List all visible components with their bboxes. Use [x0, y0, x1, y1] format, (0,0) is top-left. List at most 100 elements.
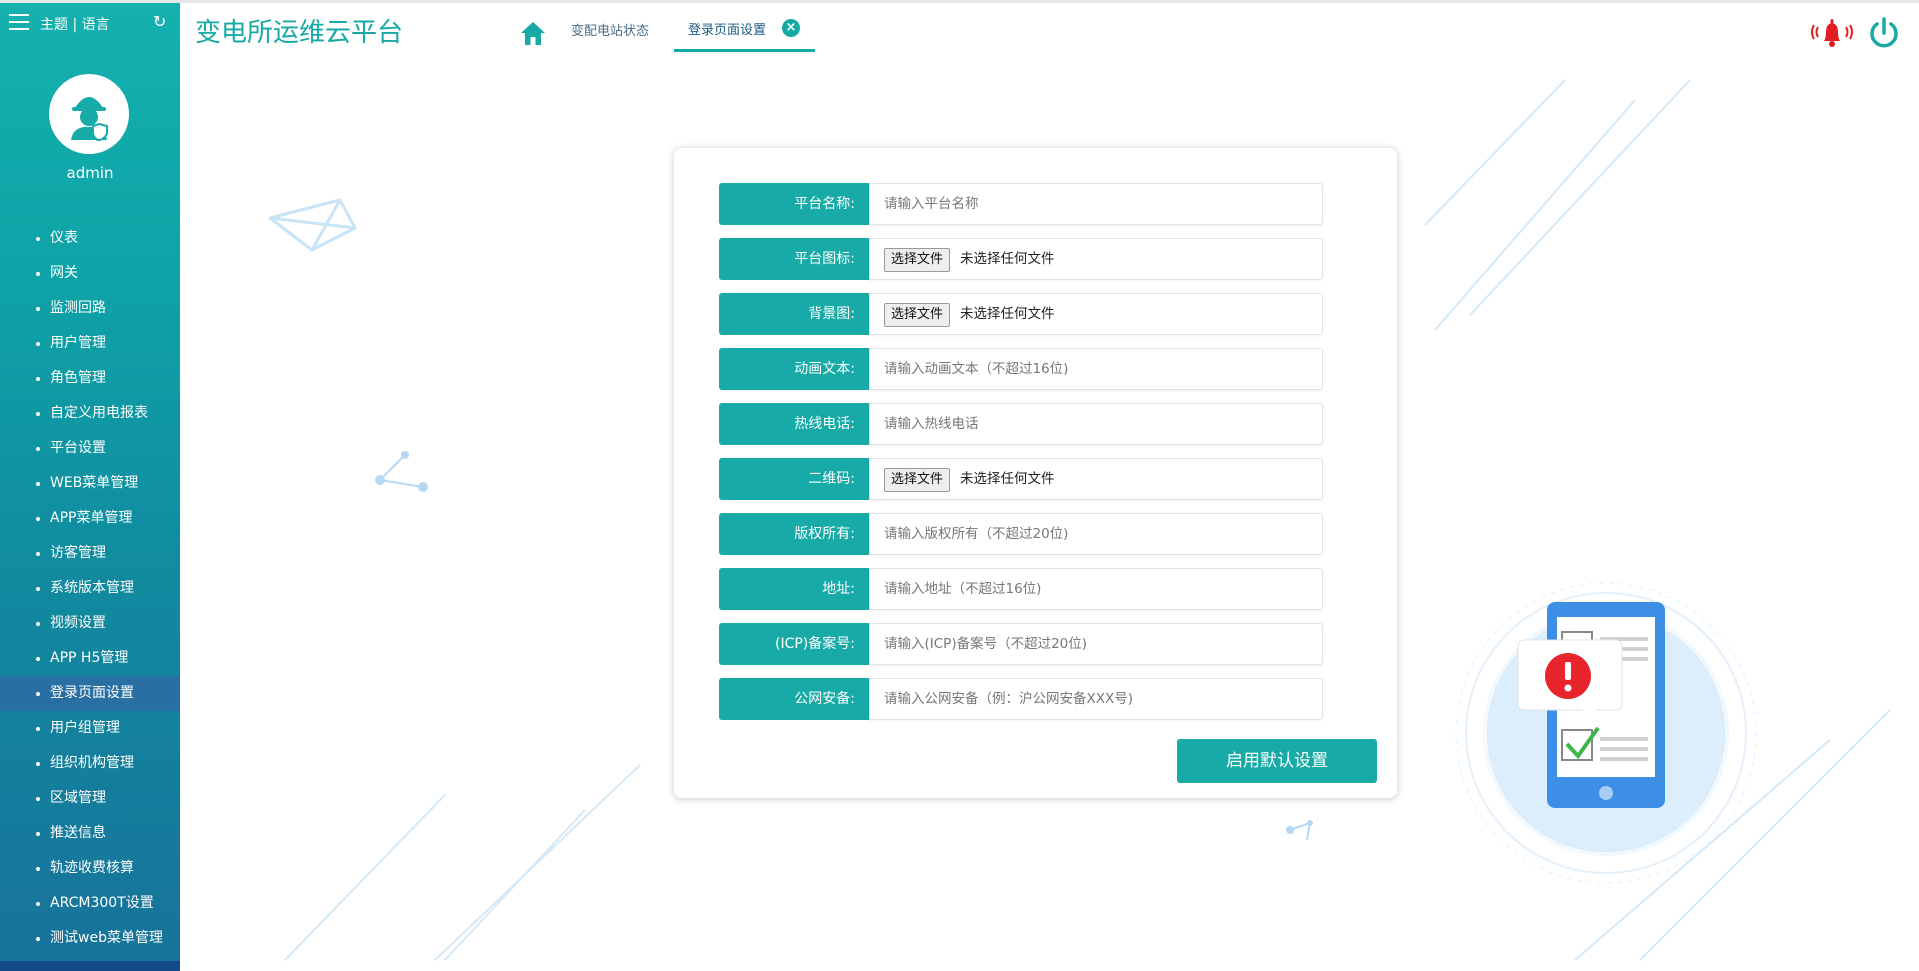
field-label: 公网安备: — [719, 678, 869, 720]
sidebar-item-label: 自定义用电报表 — [50, 405, 148, 421]
field-label: 地址: — [719, 568, 869, 610]
top-border — [0, 0, 1919, 3]
file-status: 未选择任何文件 — [960, 251, 1055, 267]
field-label: 平台名称: — [719, 183, 869, 225]
input-placeholder: 请输入版权所有（不超过20位) — [884, 526, 1069, 542]
sidebar-item[interactable]: 区域管理 — [0, 781, 180, 816]
qr-code-file-field: 选择文件 未选择任何文件 — [869, 458, 1323, 500]
sidebar-item[interactable]: 监测回路 — [0, 291, 180, 326]
tab-login-page-settings[interactable]: 登录页面设置 × — [674, 8, 815, 52]
theme-language-toggle[interactable]: 主题 | 语言 — [40, 14, 110, 34]
choose-file-button[interactable]: 选择文件 — [884, 303, 951, 327]
sidebar-item[interactable]: 仪表 — [0, 221, 180, 256]
sidebar-item-label: 平台设置 — [50, 440, 106, 456]
sidebar-item[interactable]: 网关 — [0, 256, 180, 291]
form-row-platform-icon: 平台图标: 选择文件 未选择任何文件 — [719, 238, 1323, 280]
sidebar-item-label: 视频设置 — [50, 615, 106, 631]
sidebar-item-label: 角色管理 — [50, 370, 106, 386]
sidebar-item-label: WEB菜单管理 — [50, 475, 139, 491]
sidebar-item[interactable]: ARCM300T设置 — [0, 886, 180, 921]
sidebar-item-label: APP H5管理 — [50, 650, 129, 666]
power-icon[interactable] — [1868, 16, 1900, 50]
username: admin — [66, 164, 114, 182]
sidebar-item-label: 网关 — [50, 265, 78, 281]
sidebar-item[interactable]: 轨迹收费核算 — [0, 851, 180, 886]
bell-icon[interactable] — [1808, 16, 1856, 52]
animation-text-input[interactable]: 请输入动画文本（不超过16位) — [869, 348, 1323, 390]
sidebar-bottom-strip — [0, 961, 180, 971]
field-label: 动画文本: — [719, 348, 869, 390]
enable-default-settings-button[interactable]: 启用默认设置 — [1177, 739, 1377, 783]
form-row-background-image: 背景图: 选择文件 未选择任何文件 — [719, 293, 1323, 335]
copyright-input[interactable]: 请输入版权所有（不超过20位) — [869, 513, 1323, 555]
platform-icon-file-field: 选择文件 未选择任何文件 — [869, 238, 1323, 280]
input-placeholder: 请输入平台名称 — [884, 196, 979, 212]
sidebar-item-active[interactable]: 登录页面设置 — [0, 676, 180, 711]
form-row-platform-name: 平台名称: 请输入平台名称 — [719, 183, 1323, 225]
field-label: (ICP)备案号: — [719, 623, 869, 665]
file-status: 未选择任何文件 — [960, 306, 1055, 322]
sidebar-item[interactable]: 用户组管理 — [0, 711, 180, 746]
sidebar-item[interactable]: 角色管理 — [0, 361, 180, 396]
sidebar-item-label: 系统版本管理 — [50, 580, 134, 596]
sidebar-item-label: ARCM300T设置 — [50, 895, 154, 911]
sidebar-item[interactable]: 用户管理 — [0, 326, 180, 361]
sidebar-item-label: 推送信息 — [50, 825, 106, 841]
sidebar-item[interactable]: 视频设置 — [0, 606, 180, 641]
field-label: 热线电话: — [719, 403, 869, 445]
form-row-qr-code: 二维码: 选择文件 未选择任何文件 — [719, 458, 1323, 500]
sidebar-item-label: 区域管理 — [50, 790, 106, 806]
sidebar-item[interactable]: 组织机构管理 — [0, 746, 180, 781]
form-row-animation-text: 动画文本: 请输入动画文本（不超过16位) — [719, 348, 1323, 390]
tab-label: 登录页面设置 — [688, 23, 767, 38]
sidebar: 主题 | 语言 ↻ admin 仪表 网关 监测回路 用户管理 角色管理 自定义… — [0, 3, 180, 971]
form-row-address: 地址: 请输入地址（不超过16位) — [719, 568, 1323, 610]
input-placeholder: 请输入热线电话 — [884, 416, 979, 432]
sidebar-item-label: 访客管理 — [50, 545, 106, 561]
menu-icon[interactable] — [9, 14, 29, 30]
sidebar-item[interactable]: 自定义用电报表 — [0, 396, 180, 431]
sidebar-item-label: 组织机构管理 — [50, 755, 134, 771]
sidebar-item-label: APP菜单管理 — [50, 510, 133, 526]
icp-input[interactable]: 请输入(ICP)备案号（不超过20位) — [869, 623, 1323, 665]
public-security-input[interactable]: 请输入公网安备（例：沪公网安备XXX号) — [869, 678, 1323, 720]
form-row-hotline: 热线电话: 请输入热线电话 — [719, 403, 1323, 445]
field-label: 平台图标: — [719, 238, 869, 280]
form-row-public-security: 公网安备: 请输入公网安备（例：沪公网安备XXX号) — [719, 678, 1323, 720]
sidebar-item[interactable]: APP菜单管理 — [0, 501, 180, 536]
field-label: 版权所有: — [719, 513, 869, 555]
tab-substation-status[interactable]: 变配电站状态 — [571, 20, 649, 39]
input-placeholder: 请输入地址（不超过16位) — [884, 581, 1042, 597]
form-row-icp: (ICP)备案号: 请输入(ICP)备案号（不超过20位) — [719, 623, 1323, 665]
sidebar-item[interactable]: 系统版本管理 — [0, 571, 180, 606]
hotline-input[interactable]: 请输入热线电话 — [869, 403, 1323, 445]
choose-file-button[interactable]: 选择文件 — [884, 248, 951, 272]
refresh-icon[interactable]: ↻ — [153, 12, 166, 31]
address-input[interactable]: 请输入地址（不超过16位) — [869, 568, 1323, 610]
avatar — [49, 74, 129, 154]
sidebar-item[interactable]: APP H5管理 — [0, 641, 180, 676]
close-icon[interactable]: × — [782, 19, 800, 37]
sidebar-menu: 仪表 网关 监测回路 用户管理 角色管理 自定义用电报表 平台设置 WEB菜单管… — [0, 221, 180, 956]
sidebar-item-label: 监测回路 — [50, 300, 106, 316]
sidebar-item-label: 轨迹收费核算 — [50, 860, 134, 876]
sidebar-item[interactable]: 访客管理 — [0, 536, 180, 571]
input-placeholder: 请输入公网安备（例：沪公网安备XXX号) — [884, 691, 1134, 707]
sidebar-item-label: 用户组管理 — [50, 720, 120, 736]
input-placeholder: 请输入(ICP)备案号（不超过20位) — [884, 636, 1088, 652]
app-title: 变电所运维云平台 — [195, 18, 404, 48]
input-placeholder: 请输入动画文本（不超过16位) — [884, 361, 1069, 377]
sidebar-item[interactable]: 平台设置 — [0, 431, 180, 466]
sidebar-item[interactable]: 测试web菜单管理 — [0, 921, 180, 956]
field-label: 二维码: — [719, 458, 869, 500]
sidebar-top-bar: 主题 | 语言 ↻ — [0, 3, 180, 43]
home-icon[interactable] — [519, 19, 547, 47]
field-label: 背景图: — [719, 293, 869, 335]
choose-file-button[interactable]: 选择文件 — [884, 468, 951, 492]
login-settings-form: 平台名称: 请输入平台名称 平台图标: 选择文件 未选择任何文件 背景图: 选择… — [674, 148, 1397, 798]
sidebar-item[interactable]: WEB菜单管理 — [0, 466, 180, 501]
platform-name-input[interactable]: 请输入平台名称 — [869, 183, 1323, 225]
phone-alert-illustration — [1455, 582, 1757, 884]
sidebar-item[interactable]: 推送信息 — [0, 816, 180, 851]
sidebar-item-label: 测试web菜单管理 — [50, 930, 163, 946]
